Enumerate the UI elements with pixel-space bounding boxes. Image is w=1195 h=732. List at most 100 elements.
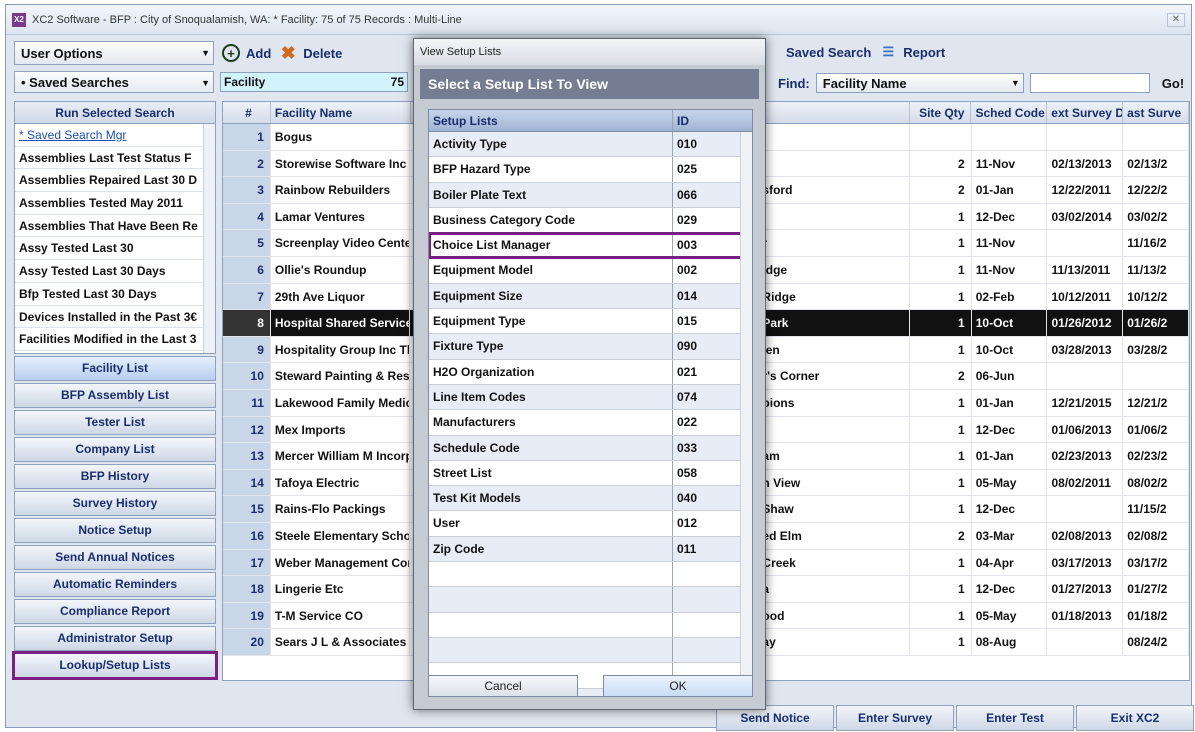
nav-button[interactable]: Company List xyxy=(14,437,216,462)
go-button[interactable]: Go! xyxy=(1162,76,1184,91)
col-setup-lists[interactable]: Setup Lists xyxy=(429,110,673,131)
user-options-dropdown[interactable]: User Options ▼ xyxy=(14,41,214,65)
setup-list-item[interactable]: H2O Organization 021 xyxy=(429,359,752,385)
setup-list-item[interactable]: Equipment Type 015 xyxy=(429,309,752,335)
add-button[interactable]: + Add xyxy=(222,44,271,62)
next-survey-cell: 11/13/2011 xyxy=(1047,256,1124,283)
site-qty-cell: 2 xyxy=(910,363,972,389)
setup-list-item[interactable]: Line Item Codes 074 xyxy=(429,384,752,411)
site-qty-cell: 1 xyxy=(910,443,972,469)
setup-list-scrollbar[interactable] xyxy=(740,132,752,696)
setup-list-name: Schedule Code xyxy=(429,435,673,460)
enter-test-button[interactable]: Enter Test xyxy=(956,705,1074,731)
setup-list-item[interactable]: Activity Type 010 xyxy=(429,132,752,158)
col-site-qty[interactable]: Site Qty xyxy=(910,102,972,123)
next-survey-cell: 01/26/2012 xyxy=(1047,310,1124,336)
nav-button[interactable]: BFP Assembly List xyxy=(14,383,216,408)
setup-list-item[interactable]: Schedule Code 033 xyxy=(429,435,752,461)
setup-list-empty-row xyxy=(429,637,752,664)
setup-list-item[interactable]: Test Kit Models 040 xyxy=(429,486,752,512)
setup-list-id xyxy=(673,638,740,662)
setup-list-item[interactable]: Fixture Type 090 xyxy=(429,334,752,360)
find-input[interactable] xyxy=(1029,73,1150,93)
sched-code-cell: 10-Oct xyxy=(972,336,1048,363)
report-icon: ☰ xyxy=(882,44,895,59)
setup-list-name: Equipment Size xyxy=(429,283,673,309)
col-next-survey[interactable]: ext Survey Da xyxy=(1047,102,1124,123)
nav-button[interactable]: Tester List xyxy=(14,410,216,435)
saved-search-list[interactable]: Run Selected Search * Saved Search Mgr As… xyxy=(14,101,216,354)
setup-list-name: Choice List Manager xyxy=(429,233,673,258)
saved-search-item[interactable]: Facilities Modified in the Last 3 xyxy=(15,328,215,351)
ok-button[interactable]: OK xyxy=(603,675,753,697)
row-number: 9 xyxy=(223,336,271,363)
saved-search-item[interactable]: Assemblies Repaired Last 30 D xyxy=(15,169,215,193)
row-number: 14 xyxy=(223,469,271,496)
last-survey-cell: 03/28/2 xyxy=(1123,336,1189,363)
setup-list-id: 021 xyxy=(677,364,698,379)
setup-list-item[interactable]: User 012 xyxy=(429,511,752,537)
saved-search-item[interactable]: * Saved Search Mgr xyxy=(15,124,215,147)
saved-search-item[interactable]: Assemblies Last Test Status F xyxy=(15,147,215,170)
saved-search-item[interactable]: Assemblies That Have Been Re xyxy=(15,215,215,238)
setup-list-id xyxy=(673,587,740,611)
saved-search-item[interactable]: Assy Tested Last 30 Days xyxy=(15,260,215,283)
saved-search-item[interactable]: Devices Installed in the Past 3€ xyxy=(15,306,215,329)
nav-button[interactable]: BFP History xyxy=(14,464,216,489)
setup-list-item[interactable]: Business Category Code 029 xyxy=(429,207,752,234)
run-selected-search-button[interactable]: Run Selected Search xyxy=(15,102,215,124)
setup-list-item[interactable]: Manufacturers 022 xyxy=(429,410,752,436)
nav-button[interactable]: Compliance Report xyxy=(14,599,216,624)
enter-survey-button[interactable]: Enter Survey xyxy=(836,705,954,731)
saved-search-item[interactable]: Bfp Tested Last 30 Days xyxy=(15,283,215,306)
setup-list-item[interactable]: BFP Hazard Type 025 xyxy=(429,157,752,183)
next-survey-cell: 08/02/2011 xyxy=(1047,469,1124,496)
nav-button[interactable]: Administrator Setup xyxy=(14,626,216,651)
exit-button[interactable]: Exit XC2 xyxy=(1076,705,1194,731)
facility-name-cell: Ollie's Roundup xyxy=(271,256,411,283)
report-button[interactable]: ☰ Report xyxy=(879,43,945,61)
mode-label: Facility xyxy=(224,75,266,89)
delete-button[interactable]: ✖ Delete xyxy=(279,43,343,63)
saved-searches-dropdown[interactable]: • Saved Searches ▼ xyxy=(14,71,214,93)
col-id[interactable]: ID xyxy=(673,110,740,131)
dialog-title: View Setup Lists xyxy=(414,39,765,65)
col-sched-code[interactable]: Sched Code xyxy=(971,102,1048,123)
row-number: 18 xyxy=(223,576,271,602)
setup-list-item[interactable]: Equipment Size 014 xyxy=(429,283,752,310)
setup-list-id: 012 xyxy=(677,516,698,531)
saved-search-item[interactable]: Assemblies Tested May 2011 xyxy=(15,192,215,215)
sched-code-cell: 01-Jan xyxy=(972,443,1048,469)
nav-button[interactable]: Survey History xyxy=(14,491,216,516)
setup-list-header: Setup Lists ID xyxy=(429,110,752,132)
row-number: 5 xyxy=(223,230,271,256)
saved-search-scrollbar[interactable] xyxy=(203,124,215,353)
cancel-button[interactable]: Cancel xyxy=(428,675,578,697)
saved-search-item[interactable]: Assy Tested Last 30 xyxy=(15,237,215,261)
facility-name-cell: Screenplay Video Centers xyxy=(271,230,411,256)
saved-search-label: Saved Search xyxy=(786,44,872,60)
setup-list-name: Business Category Code xyxy=(429,207,673,233)
col-facility-name[interactable]: Facility Name xyxy=(271,102,411,123)
facility-name-cell: Lakewood Family Medical xyxy=(271,389,411,416)
nav-button[interactable]: Lookup/Setup Lists xyxy=(12,651,218,680)
saved-search-button[interactable]: Saved Search xyxy=(786,45,871,60)
setup-list-item[interactable]: Street List 058 xyxy=(429,460,752,487)
nav-button[interactable]: Notice Setup xyxy=(14,518,216,543)
setup-list-name: Equipment Model xyxy=(429,258,673,283)
nav-button[interactable]: Automatic Reminders xyxy=(14,572,216,597)
close-icon[interactable]: ✕ xyxy=(1167,13,1185,27)
setup-list-item[interactable]: Zip Code 011 xyxy=(429,536,752,563)
setup-list-id: 002 xyxy=(677,263,698,278)
nav-button[interactable]: Facility List xyxy=(14,356,216,381)
col-last-survey[interactable]: ast Surve xyxy=(1123,102,1189,123)
dialog-buttons: Cancel OK xyxy=(428,675,753,701)
find-field-dropdown[interactable]: Facility Name ▼ xyxy=(815,73,1024,93)
setup-list-name xyxy=(429,562,673,587)
setup-list-item[interactable]: Boiler Plate Text 066 xyxy=(429,182,752,208)
nav-button[interactable]: Send Annual Notices xyxy=(14,545,216,570)
facility-name-cell: Mercer William M Incorpo xyxy=(271,443,411,469)
setup-list-item[interactable]: Choice List Manager 003 xyxy=(429,232,752,260)
col-num[interactable]: # xyxy=(223,102,271,123)
setup-list-item[interactable]: Equipment Model 002 xyxy=(429,258,752,284)
